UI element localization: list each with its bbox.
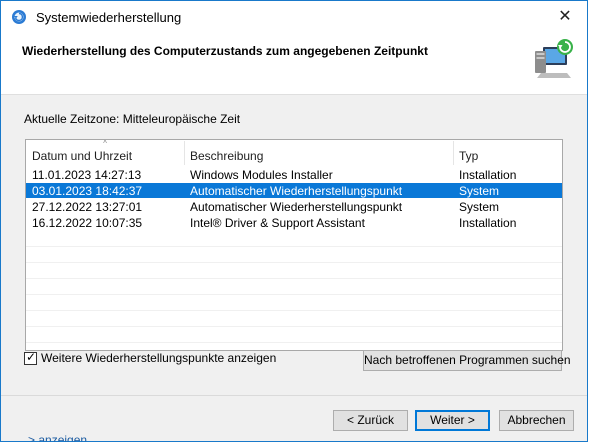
table-row[interactable]: 16.12.2022 10:07:35 Intel® Driver & Supp… (26, 215, 562, 230)
column-divider[interactable] (453, 141, 454, 165)
cell-date: 27.12.2022 13:27:01 (32, 200, 143, 214)
wizard-heading: Wiederherstellung des Computerzustands z… (22, 44, 428, 58)
wizard-header: Wiederherstellung des Computerzustands z… (1, 32, 587, 95)
close-button[interactable]: ✕ (543, 1, 587, 32)
restore-points-list[interactable]: ˄ Datum und Uhrzeit Beschreibung Typ 11.… (25, 139, 563, 351)
empty-row-line (26, 326, 562, 327)
cell-date: 16.12.2022 10:07:35 (32, 216, 143, 230)
empty-row-line (26, 278, 562, 279)
window-title: Systemwiederherstellung (36, 10, 182, 25)
next-button[interactable]: Weiter > (415, 410, 490, 431)
column-header-row: ˄ Datum und Uhrzeit Beschreibung Typ (26, 140, 562, 167)
scan-affected-programs-button[interactable]: Nach betroffenen Programmen suchen (363, 350, 571, 371)
table-row[interactable]: 27.12.2022 13:27:01 Automatischer Wieder… (26, 199, 562, 214)
empty-row-line (26, 310, 562, 311)
table-row[interactable]: 11.01.2023 14:27:13 Windows Modules Inst… (26, 167, 562, 182)
cell-description: Windows Modules Installer (190, 168, 333, 182)
back-button[interactable]: < Zurück (333, 410, 408, 431)
cancel-button[interactable]: Abbrechen (499, 410, 574, 431)
column-header-type[interactable]: Typ (459, 149, 478, 163)
checkmark-icon: ✓ (26, 350, 37, 364)
background-link-fragment: > anzeigen (28, 433, 88, 447)
timezone-label: Aktuelle Zeitzone: Mitteleuropäische Zei… (24, 112, 241, 126)
empty-row-line (26, 246, 562, 247)
empty-row-line (26, 262, 562, 263)
column-divider[interactable] (184, 141, 185, 165)
wizard-body: Aktuelle Zeitzone: Mitteleuropäische Zei… (1, 95, 587, 441)
cell-date: 03.01.2023 18:42:37 (32, 184, 143, 198)
sort-indicator-icon: ˄ (103, 139, 108, 146)
table-row-selected[interactable]: 03.01.2023 18:42:37 Automatischer Wieder… (26, 183, 562, 198)
title-bar[interactable]: Systemwiederherstellung ✕ (1, 1, 587, 32)
show-more-label[interactable]: Weitere Wiederherstellungspunkte anzeige… (41, 351, 276, 365)
cell-description: Automatischer Wiederherstellungspunkt (190, 200, 403, 214)
close-icon: ✕ (558, 8, 572, 25)
column-header-date[interactable]: Datum und Uhrzeit (32, 149, 132, 163)
cell-description: Intel® Driver & Support Assistant (190, 216, 365, 230)
cell-description: Automatischer Wiederherstellungspunkt (190, 184, 403, 198)
cell-type: System (459, 200, 500, 214)
show-more-checkbox[interactable]: ✓ (24, 350, 37, 365)
cell-date: 11.01.2023 14:27:13 (32, 168, 142, 182)
cell-type: System (459, 184, 500, 198)
cell-type: Installation (459, 168, 517, 182)
footer-divider (1, 395, 587, 396)
restore-computer-icon (535, 39, 573, 78)
column-header-description[interactable]: Beschreibung (190, 149, 263, 163)
empty-row-line (26, 294, 562, 295)
system-restore-window: Systemwiederherstellung ✕ Wiederherstell… (0, 0, 588, 442)
system-restore-icon (12, 10, 26, 24)
cell-type: Installation (459, 216, 517, 230)
empty-row-line (26, 342, 562, 343)
